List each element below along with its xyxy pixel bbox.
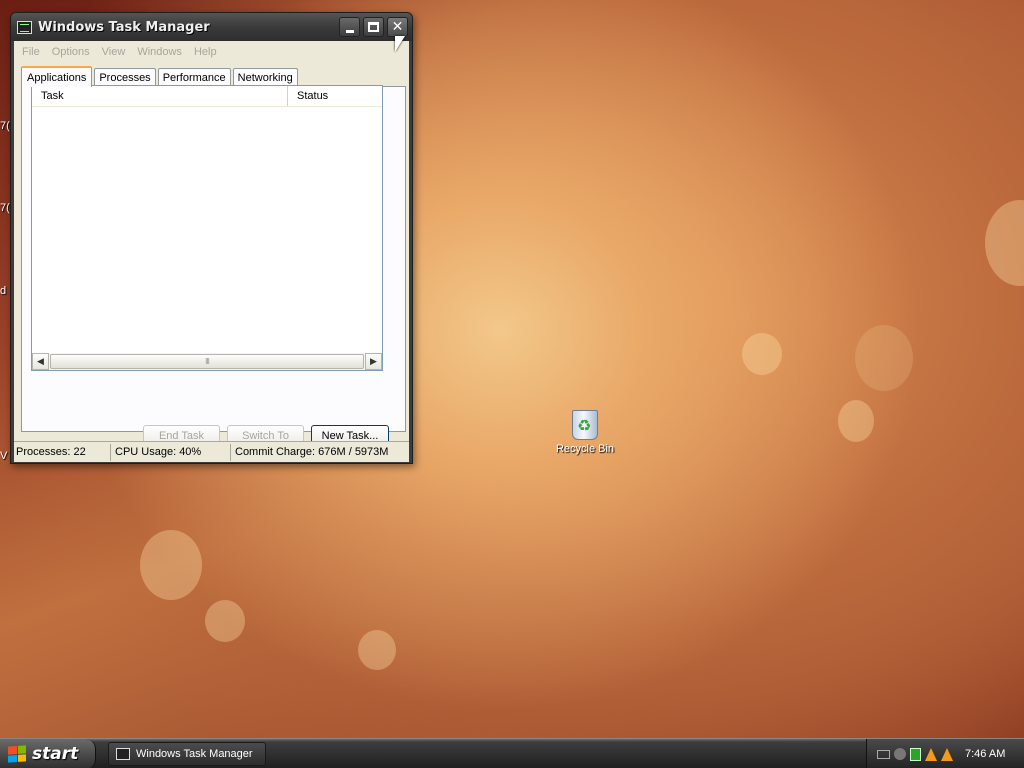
horizontal-scrollbar[interactable]: ◀ III ▶: [32, 353, 382, 370]
desktop-icon-label-fragment[interactable]: 7(: [0, 202, 10, 214]
chevron-right-icon: ▶: [370, 356, 377, 366]
scroll-left-button[interactable]: ◀: [32, 353, 49, 370]
vlc-icon[interactable]: [941, 747, 953, 761]
bokeh-light: [140, 530, 202, 600]
close-icon: ✕: [391, 19, 404, 35]
taskbar: start Windows Task Manager 7:46 AM: [0, 738, 1024, 768]
scroll-grip: III: [205, 357, 210, 366]
start-button[interactable]: start: [0, 739, 96, 768]
recycle-bin-shortcut[interactable]: Recycle Bin: [552, 410, 618, 455]
taskbar-item-task-manager[interactable]: Windows Task Manager: [108, 742, 266, 766]
windows-flag-icon: [8, 745, 26, 763]
window-title: Windows Task Manager: [38, 19, 210, 35]
desktop-icon-label-fragment[interactable]: d: [0, 285, 6, 297]
task-list-body[interactable]: [32, 108, 382, 353]
taskbar-item-label: Windows Task Manager: [136, 748, 253, 760]
task-list[interactable]: Task Status ◀ III ▶: [31, 85, 383, 371]
system-tray: 7:46 AM: [866, 739, 1024, 768]
scroll-right-button[interactable]: ▶: [365, 353, 382, 370]
task-manager-window[interactable]: Windows Task Manager ✕ File Options View…: [10, 12, 413, 464]
clock[interactable]: 7:46 AM: [965, 748, 1005, 760]
menu-view[interactable]: View: [96, 46, 132, 58]
recycle-bin-icon: [572, 410, 598, 440]
window-controls: ✕: [339, 17, 408, 37]
monitor-icon: [116, 748, 130, 760]
desktop-icon-label-fragment[interactable]: 7(: [0, 120, 10, 132]
tab-networking[interactable]: Networking: [232, 68, 298, 86]
menu-options[interactable]: Options: [46, 46, 96, 58]
status-commit-charge: Commit Charge: 676M / 5973M: [235, 446, 389, 458]
scroll-thumb[interactable]: III: [50, 354, 364, 369]
menu-help[interactable]: Help: [188, 46, 223, 58]
bokeh-light: [855, 325, 913, 391]
bokeh-light: [205, 600, 245, 642]
task-list-header: Task Status: [32, 86, 382, 107]
close-button[interactable]: ✕: [387, 17, 408, 37]
menu-windows[interactable]: Windows: [131, 46, 188, 58]
bokeh-light: [358, 630, 396, 670]
desktop-icon-label-fragment[interactable]: V: [0, 450, 7, 462]
tab-strip: Applications Processes Performance Netwo…: [21, 66, 300, 87]
maximize-button[interactable]: [363, 17, 384, 37]
keyboard-icon[interactable]: [877, 749, 890, 759]
tab-performance[interactable]: Performance: [157, 68, 231, 86]
recycle-bin-label: Recycle Bin: [555, 443, 615, 455]
minimize-button[interactable]: [339, 17, 360, 37]
maximize-icon: [368, 22, 379, 32]
monitor-icon: [17, 20, 32, 34]
column-header-task[interactable]: Task: [32, 86, 288, 106]
title-bar[interactable]: Windows Task Manager ✕: [11, 13, 412, 41]
tab-applications[interactable]: Applications: [21, 66, 93, 87]
vlc-icon[interactable]: [925, 747, 937, 761]
minimize-icon: [345, 29, 354, 33]
column-header-status[interactable]: Status: [288, 86, 382, 106]
tab-processes[interactable]: Processes: [94, 68, 156, 86]
start-label: start: [32, 744, 79, 764]
security-icon[interactable]: [894, 748, 906, 760]
status-cpu-usage: CPU Usage: 40%: [111, 443, 231, 461]
chevron-left-icon: ◀: [37, 356, 44, 366]
bokeh-light: [742, 333, 782, 375]
menu-bar: File Options View Windows Help: [14, 41, 409, 62]
bokeh-light: [838, 400, 874, 442]
status-processes: Processes: 22: [14, 443, 111, 461]
menu-file[interactable]: File: [16, 46, 46, 58]
network-icon[interactable]: [910, 747, 921, 761]
mouse-cursor-icon: [395, 36, 405, 52]
status-bar: Processes: 22 CPU Usage: 40% Commit Char…: [14, 441, 409, 462]
bokeh-light: [985, 200, 1024, 286]
window-client-area: File Options View Windows Help Applicati…: [14, 41, 409, 462]
